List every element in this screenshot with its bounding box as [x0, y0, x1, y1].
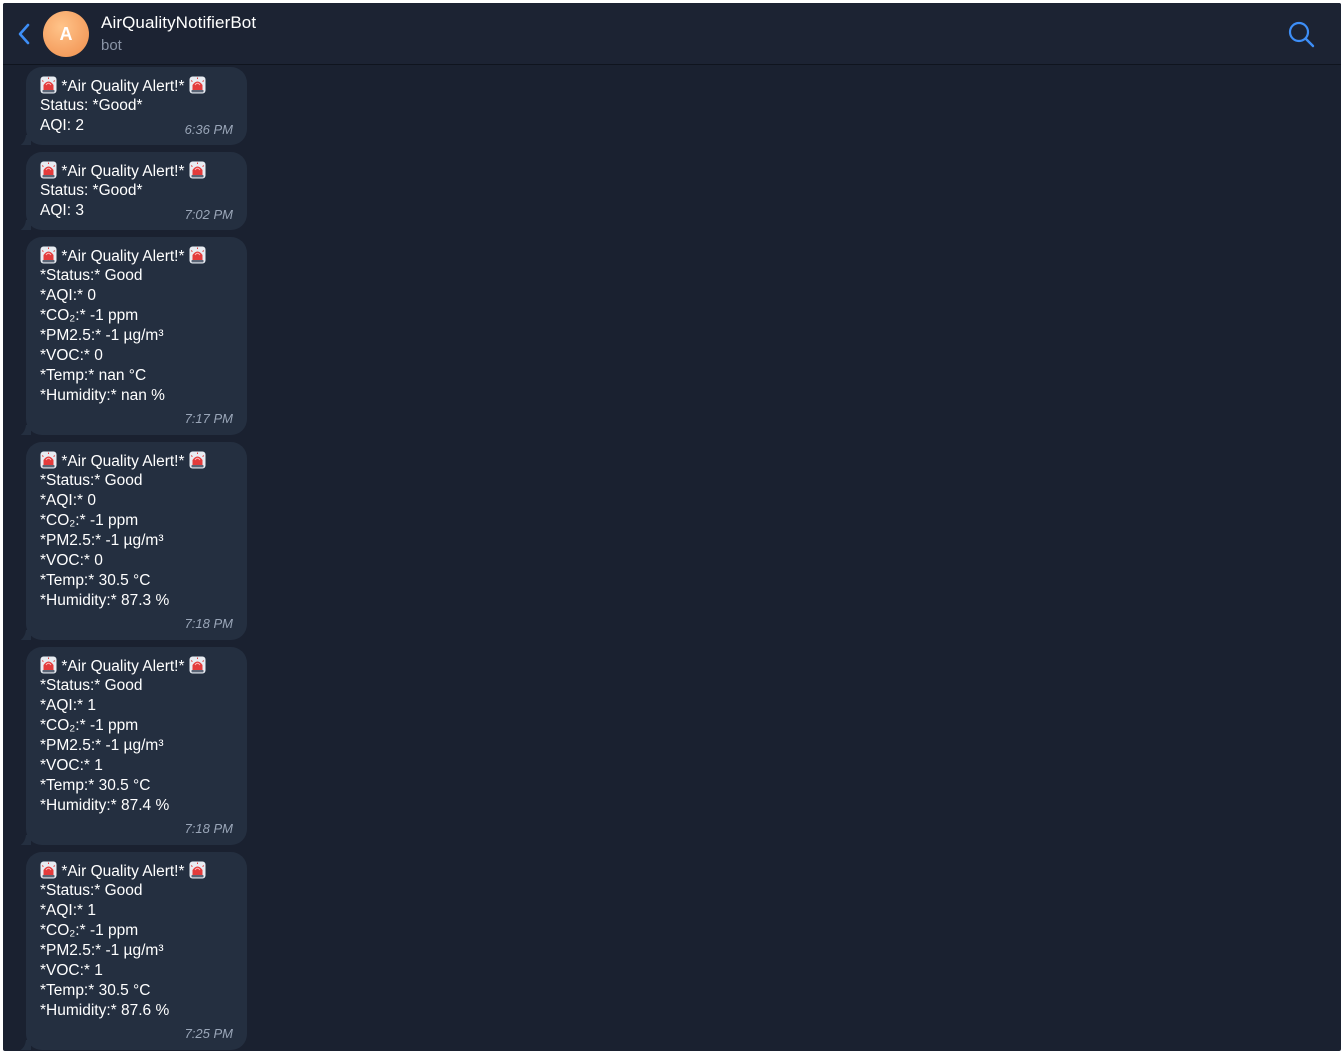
- rotating-light-icon: [40, 246, 57, 264]
- message-time: 7:17 PM: [184, 411, 233, 426]
- message-bubble[interactable]: *Air Quality Alert!* Status: *Good* AQI: …: [20, 67, 247, 145]
- chat-title: AirQualityNotifierBot: [101, 13, 257, 32]
- rotating-light-icon: [40, 656, 57, 674]
- back-button[interactable]: [11, 20, 37, 48]
- message-time: 7:25 PM: [184, 1026, 233, 1041]
- alert-heading: *Air Quality Alert!*: [40, 861, 233, 881]
- message-line: *Humidity:* 87.6 %: [40, 1002, 170, 1019]
- message-line: *Status:* Good: [40, 267, 143, 284]
- alert-heading: *Air Quality Alert!*: [40, 161, 233, 181]
- message-line: *CO₂:* -1 ppm: [40, 922, 139, 939]
- alert-heading: *Air Quality Alert!*: [40, 451, 233, 471]
- message-line: *PM2.5:* -1 µg/m³: [40, 532, 164, 549]
- chat-header: A AirQualityNotifierBot bot: [3, 3, 1341, 65]
- message-line: *Temp:* nan °C: [40, 367, 147, 384]
- rotating-light-icon: [40, 76, 57, 94]
- message-line: *PM2.5:* -1 µg/m³: [40, 942, 164, 959]
- rotating-light-icon: [189, 861, 206, 879]
- message-line: Status: *Good*: [40, 182, 143, 199]
- message-time: 6:36 PM: [184, 122, 233, 137]
- message-line: *VOC:* 1: [40, 962, 103, 979]
- alert-heading: *Air Quality Alert!*: [40, 246, 233, 266]
- rotating-light-icon: [189, 656, 206, 674]
- alert-heading: *Air Quality Alert!*: [40, 656, 233, 676]
- bubble-tail: [17, 1038, 31, 1050]
- message-line: *PM2.5:* -1 µg/m³: [40, 737, 164, 754]
- message-line: *Temp:* 30.5 °C: [40, 982, 151, 999]
- message-line: *Temp:* 30.5 °C: [40, 777, 151, 794]
- chevron-left-icon: [18, 23, 30, 45]
- rotating-light-icon: [40, 451, 57, 469]
- message-line: *AQI:* 0: [40, 287, 96, 304]
- rotating-light-icon: [189, 246, 206, 264]
- message-line: *Humidity:* 87.3 %: [40, 592, 170, 609]
- message-bubble[interactable]: *Air Quality Alert!* Status: *Good* AQI: …: [20, 152, 247, 230]
- message-line: *Status:* Good: [40, 882, 143, 899]
- message-line: *AQI:* 0: [40, 492, 96, 509]
- message-line: *CO₂:* -1 ppm: [40, 307, 139, 324]
- search-button[interactable]: [1287, 20, 1315, 48]
- message-line: *VOC:* 1: [40, 757, 103, 774]
- chat-subtitle: bot: [101, 37, 122, 54]
- message-line: *Temp:* 30.5 °C: [40, 572, 151, 589]
- message-line: *Status:* Good: [40, 472, 143, 489]
- message-line: Status: *Good*: [40, 97, 143, 114]
- message-bubble[interactable]: *Air Quality Alert!* *Status:* Good *AQI:…: [20, 852, 247, 1050]
- avatar[interactable]: A: [43, 11, 89, 57]
- bubble-tail: [17, 218, 31, 230]
- message-time: 7:18 PM: [184, 616, 233, 631]
- bubble-tail: [17, 133, 31, 145]
- rotating-light-icon: [189, 451, 206, 469]
- message-line: *CO₂:* -1 ppm: [40, 717, 139, 734]
- message-bubble[interactable]: *Air Quality Alert!* *Status:* Good *AQI:…: [20, 237, 247, 435]
- bubble-tail: [17, 423, 31, 435]
- bubble-tail: [17, 628, 31, 640]
- message-bubble[interactable]: *Air Quality Alert!* *Status:* Good *AQI:…: [20, 647, 247, 845]
- message-line: *VOC:* 0: [40, 347, 103, 364]
- message-line: *CO₂:* -1 ppm: [40, 512, 139, 529]
- message-line: *VOC:* 0: [40, 552, 103, 569]
- message-line: *PM2.5:* -1 µg/m³: [40, 327, 164, 344]
- message-line: *Humidity:* nan %: [40, 387, 165, 404]
- rotating-light-icon: [189, 76, 206, 94]
- chat-window: A AirQualityNotifierBot bot *Air Quality…: [3, 3, 1341, 1051]
- message-bubble[interactable]: *Air Quality Alert!* *Status:* Good *AQI:…: [20, 442, 247, 640]
- rotating-light-icon: [40, 861, 57, 879]
- alert-heading-text: *Air Quality Alert!*: [61, 453, 185, 470]
- rotating-light-icon: [40, 161, 57, 179]
- alert-heading-text: *Air Quality Alert!*: [61, 163, 185, 180]
- message-line: *Status:* Good: [40, 677, 143, 694]
- message-line: *AQI:* 1: [40, 697, 96, 714]
- rotating-light-icon: [189, 161, 206, 179]
- alert-heading-text: *Air Quality Alert!*: [61, 863, 185, 880]
- message-line: *Humidity:* 87.4 %: [40, 797, 170, 814]
- alert-heading-text: *Air Quality Alert!*: [61, 658, 185, 675]
- alert-heading-text: *Air Quality Alert!*: [61, 248, 185, 265]
- alert-heading: *Air Quality Alert!*: [40, 76, 233, 96]
- alert-heading-text: *Air Quality Alert!*: [61, 78, 185, 95]
- search-icon: [1288, 21, 1315, 48]
- message-line: *AQI:* 1: [40, 902, 96, 919]
- bubble-tail: [17, 833, 31, 845]
- message-time: 7:18 PM: [184, 821, 233, 836]
- message-time: 7:02 PM: [184, 207, 233, 222]
